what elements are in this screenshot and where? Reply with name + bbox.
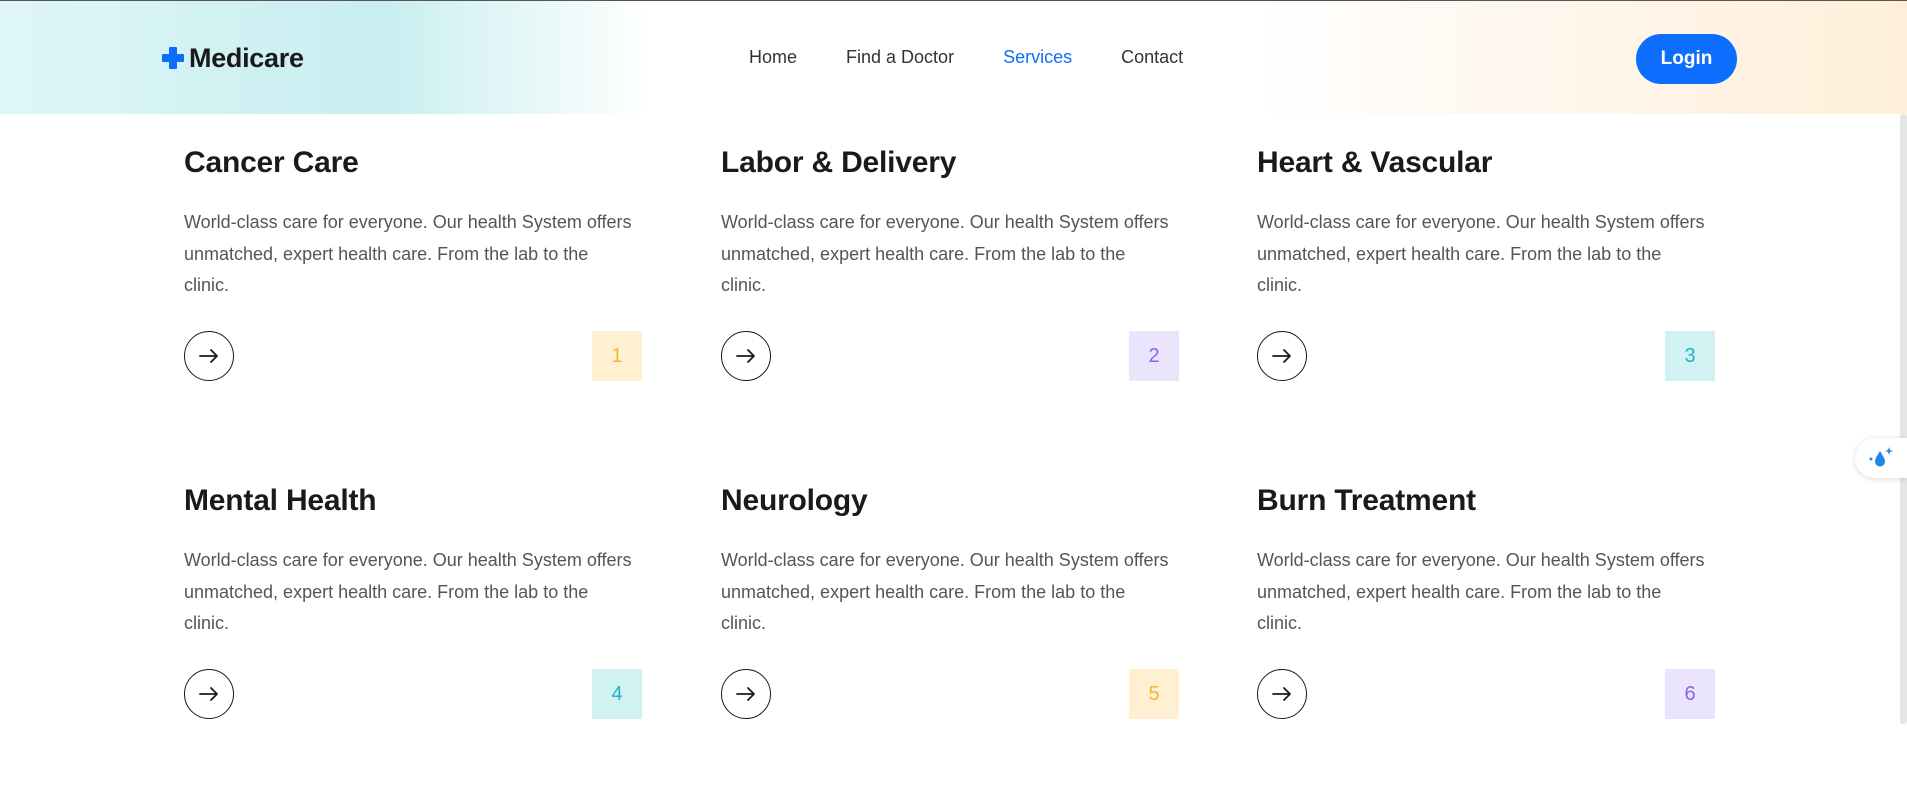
service-more-button[interactable] [184, 331, 234, 381]
service-title: Neurology [721, 484, 868, 517]
service-description: World-class care for everyone. Our healt… [721, 550, 1169, 633]
service-description: World-class care for everyone. Our healt… [721, 212, 1169, 295]
service-more-button[interactable] [721, 669, 771, 719]
service-card: Cancer Care World-class care for everyon… [184, 114, 644, 381]
service-title: Heart & Vascular [1257, 146, 1493, 179]
service-more-button[interactable] [1257, 331, 1307, 381]
arrow-right-icon [736, 687, 755, 701]
arrow-right-icon [1272, 687, 1291, 701]
service-title: Burn Treatment [1257, 484, 1476, 517]
service-card: Burn Treatment World-class care for ever… [1257, 452, 1717, 719]
water-drop-sparkle-icon [1869, 447, 1893, 467]
service-description: World-class care for everyone. Our healt… [184, 212, 632, 295]
service-card: Mental Health World-class care for every… [184, 452, 644, 719]
arrow-right-icon [199, 349, 218, 363]
service-title: Mental Health [184, 484, 377, 517]
service-number-badge: 5 [1129, 669, 1179, 719]
service-description: World-class care for everyone. Our healt… [1257, 212, 1705, 295]
services-grid: Cancer Care World-class care for everyon… [0, 0, 1907, 797]
floating-helper-widget[interactable] [1855, 438, 1907, 478]
service-title: Labor & Delivery [721, 146, 957, 179]
service-description: World-class care for everyone. Our healt… [184, 550, 632, 633]
arrow-right-icon [1272, 349, 1291, 363]
service-more-button[interactable] [721, 331, 771, 381]
arrow-right-icon [199, 687, 218, 701]
service-number-badge: 1 [592, 331, 642, 381]
service-number-badge: 2 [1129, 331, 1179, 381]
service-description: World-class care for everyone. Our healt… [1257, 550, 1705, 633]
service-card: Heart & Vascular World-class care for ev… [1257, 114, 1717, 381]
service-card: Neurology World-class care for everyone.… [721, 452, 1181, 719]
service-title: Cancer Care [184, 146, 359, 179]
arrow-right-icon [736, 349, 755, 363]
service-number-badge: 4 [592, 669, 642, 719]
service-more-button[interactable] [1257, 669, 1307, 719]
service-more-button[interactable] [184, 669, 234, 719]
service-number-badge: 6 [1665, 669, 1715, 719]
service-card: Labor & Delivery World-class care for ev… [721, 114, 1181, 381]
page-scrollbar[interactable] [1900, 114, 1907, 724]
service-number-badge: 3 [1665, 331, 1715, 381]
